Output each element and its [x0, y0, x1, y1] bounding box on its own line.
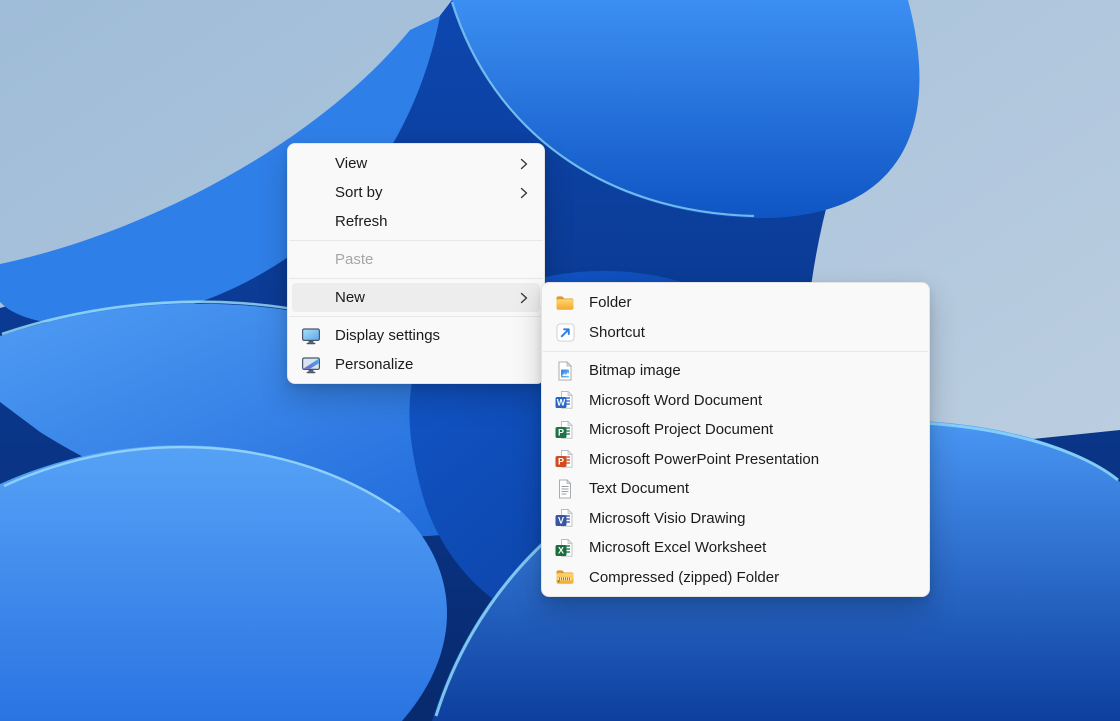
menu-item-view[interactable]: View	[292, 149, 540, 178]
submenu-item-bitmap-image[interactable]: Bitmap image	[546, 356, 925, 386]
menu-item-view-label: View	[335, 155, 367, 172]
display-settings-icon	[301, 326, 321, 346]
word-document-icon: W	[555, 390, 575, 410]
menu-item-new-label: New	[335, 289, 365, 306]
menu-item-personalize[interactable]: Personalize	[292, 350, 540, 379]
menu-item-sort-by-label: Sort by	[335, 184, 383, 201]
submenu-item-folder-label: Folder	[589, 294, 632, 311]
submenu-item-word-document[interactable]: W Microsoft Word Document	[546, 386, 925, 416]
submenu-item-excel-worksheet-label: Microsoft Excel Worksheet	[589, 539, 766, 556]
excel-worksheet-icon: X	[555, 538, 575, 558]
submenu-item-visio-drawing[interactable]: V Microsoft Visio Drawing	[546, 504, 925, 534]
svg-text:X: X	[558, 545, 564, 555]
menu-item-refresh-label: Refresh	[335, 213, 388, 230]
new-submenu: Folder Shortcut	[541, 282, 930, 597]
menu-item-paste: Paste	[292, 245, 540, 274]
desktop-context-menu: View Sort by Refresh Paste New	[287, 143, 545, 384]
chevron-right-icon	[520, 292, 528, 304]
submenu-item-word-document-label: Microsoft Word Document	[589, 392, 762, 409]
menu-item-display-settings-label: Display settings	[335, 327, 440, 344]
text-document-icon	[555, 479, 575, 499]
menu-item-display-settings[interactable]: Display settings	[292, 321, 540, 350]
submenu-item-zipped-folder[interactable]: Compressed (zipped) Folder	[546, 563, 925, 593]
submenu-item-folder[interactable]: Folder	[546, 288, 925, 318]
chevron-right-icon	[520, 187, 528, 199]
menu-item-sort-by[interactable]: Sort by	[292, 178, 540, 207]
menu-item-paste-label: Paste	[335, 251, 373, 268]
menu-separator	[543, 351, 928, 352]
svg-text:W: W	[557, 398, 566, 408]
powerpoint-presentation-icon: P	[555, 449, 575, 469]
personalize-icon	[301, 355, 321, 375]
menu-separator	[289, 316, 543, 317]
submenu-item-powerpoint-presentation[interactable]: P Microsoft PowerPoint Presentation	[546, 445, 925, 475]
submenu-item-text-document-label: Text Document	[589, 480, 689, 497]
submenu-item-project-document-label: Microsoft Project Document	[589, 421, 773, 438]
svg-text:V: V	[558, 516, 564, 526]
submenu-item-shortcut[interactable]: Shortcut	[546, 318, 925, 348]
menu-item-personalize-label: Personalize	[335, 356, 413, 373]
submenu-item-shortcut-label: Shortcut	[589, 324, 645, 341]
submenu-item-powerpoint-presentation-label: Microsoft PowerPoint Presentation	[589, 451, 819, 468]
menu-separator	[289, 278, 543, 279]
project-document-icon: P	[555, 420, 575, 440]
submenu-item-project-document[interactable]: P Microsoft Project Document	[546, 415, 925, 445]
bitmap-image-icon	[555, 361, 575, 381]
submenu-item-bitmap-image-label: Bitmap image	[589, 362, 681, 379]
submenu-item-excel-worksheet[interactable]: X Microsoft Excel Worksheet	[546, 533, 925, 563]
menu-item-refresh[interactable]: Refresh	[292, 207, 540, 236]
svg-text:P: P	[558, 427, 564, 437]
submenu-item-text-document[interactable]: Text Document	[546, 474, 925, 504]
menu-item-new[interactable]: New	[292, 283, 540, 312]
chevron-right-icon	[520, 158, 528, 170]
folder-icon	[555, 293, 575, 313]
visio-drawing-icon: V	[555, 508, 575, 528]
svg-text:P: P	[558, 457, 564, 467]
shortcut-icon	[555, 322, 575, 342]
desktop: View Sort by Refresh Paste New	[0, 0, 1120, 721]
menu-separator	[289, 240, 543, 241]
zipped-folder-icon	[555, 567, 575, 587]
submenu-item-visio-drawing-label: Microsoft Visio Drawing	[589, 510, 745, 527]
submenu-item-zipped-folder-label: Compressed (zipped) Folder	[589, 569, 779, 586]
